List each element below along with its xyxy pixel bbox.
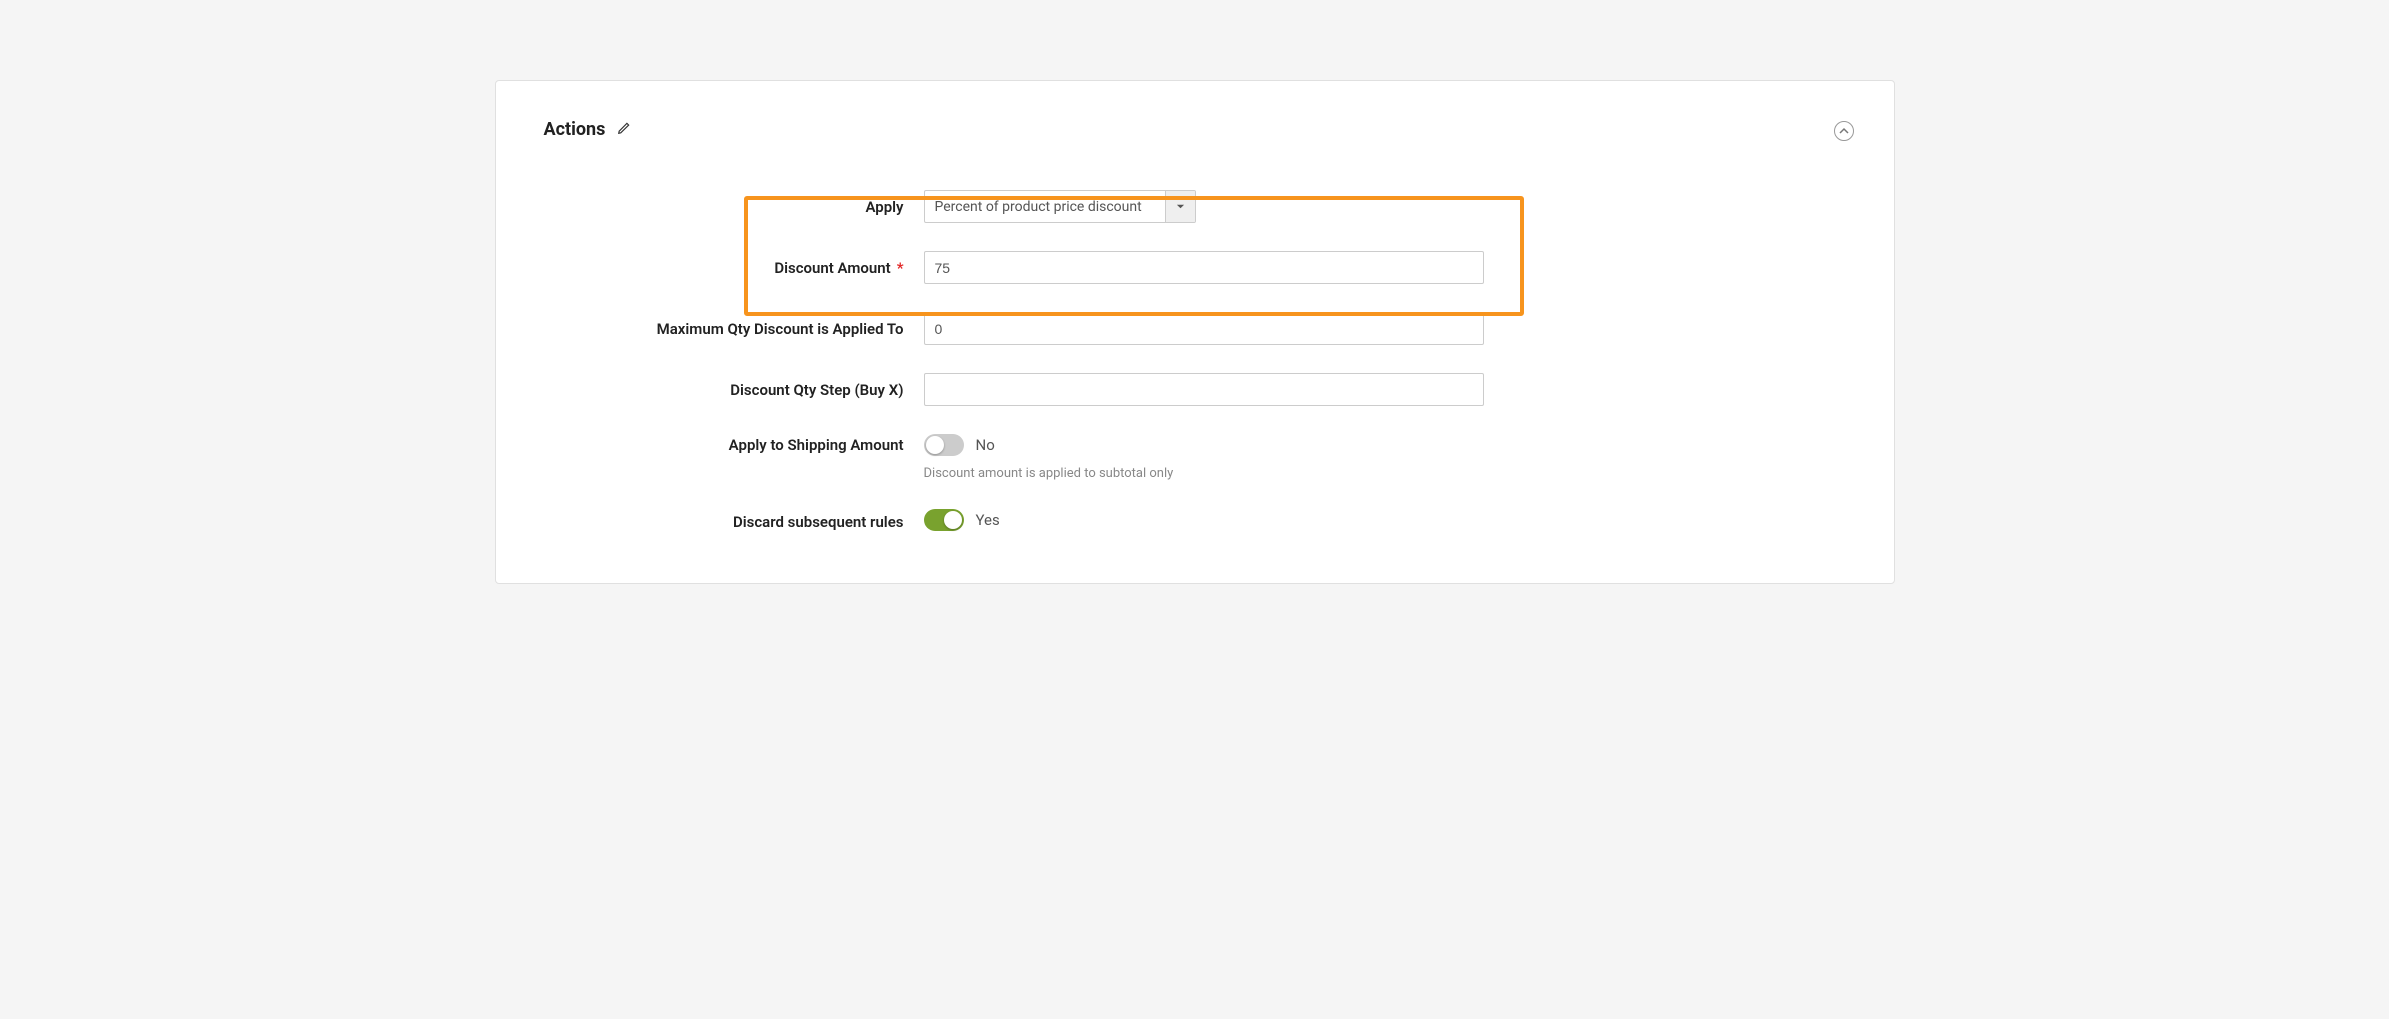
apply-shipping-value: No	[976, 436, 995, 454]
label-apply: Apply	[544, 198, 924, 216]
max-qty-input[interactable]	[924, 312, 1484, 345]
row-discard-subsequent: Discard subsequent rules Yes	[544, 509, 1846, 535]
dropdown-icon	[1165, 191, 1195, 222]
discount-amount-input[interactable]	[924, 251, 1484, 284]
required-indicator: *	[897, 259, 904, 277]
row-discount-amount: Discount Amount*	[544, 251, 1846, 284]
label-max-qty: Maximum Qty Discount is Applied To	[544, 320, 924, 338]
label-discount-amount: Discount Amount*	[544, 259, 924, 277]
row-apply-shipping: Apply to Shipping Amount No Discount amo…	[544, 434, 1846, 481]
edit-icon[interactable]	[617, 121, 631, 139]
label-discard-subsequent: Discard subsequent rules	[544, 513, 924, 531]
panel-header: Actions	[544, 119, 1846, 140]
discard-subsequent-toggle[interactable]	[924, 509, 964, 531]
row-qty-step: Discount Qty Step (Buy X)	[544, 373, 1846, 406]
label-qty-step: Discount Qty Step (Buy X)	[544, 381, 924, 399]
apply-shipping-help: Discount amount is applied to subtotal o…	[924, 466, 1484, 481]
row-apply: Apply Percent of product price discount	[544, 190, 1846, 223]
label-apply-shipping: Apply to Shipping Amount	[544, 434, 924, 454]
form-rows: Apply Percent of product price discount …	[544, 190, 1846, 535]
discard-subsequent-value: Yes	[976, 511, 1000, 529]
row-max-qty: Maximum Qty Discount is Applied To	[544, 312, 1846, 345]
actions-panel: Actions Apply Percent of product price d…	[495, 80, 1895, 584]
apply-shipping-toggle[interactable]	[924, 434, 964, 456]
qty-step-input[interactable]	[924, 373, 1484, 406]
apply-select[interactable]: Percent of product price discount	[924, 190, 1196, 223]
panel-title: Actions	[544, 119, 606, 140]
apply-select-value: Percent of product price discount	[925, 191, 1165, 222]
collapse-button[interactable]	[1834, 121, 1854, 141]
